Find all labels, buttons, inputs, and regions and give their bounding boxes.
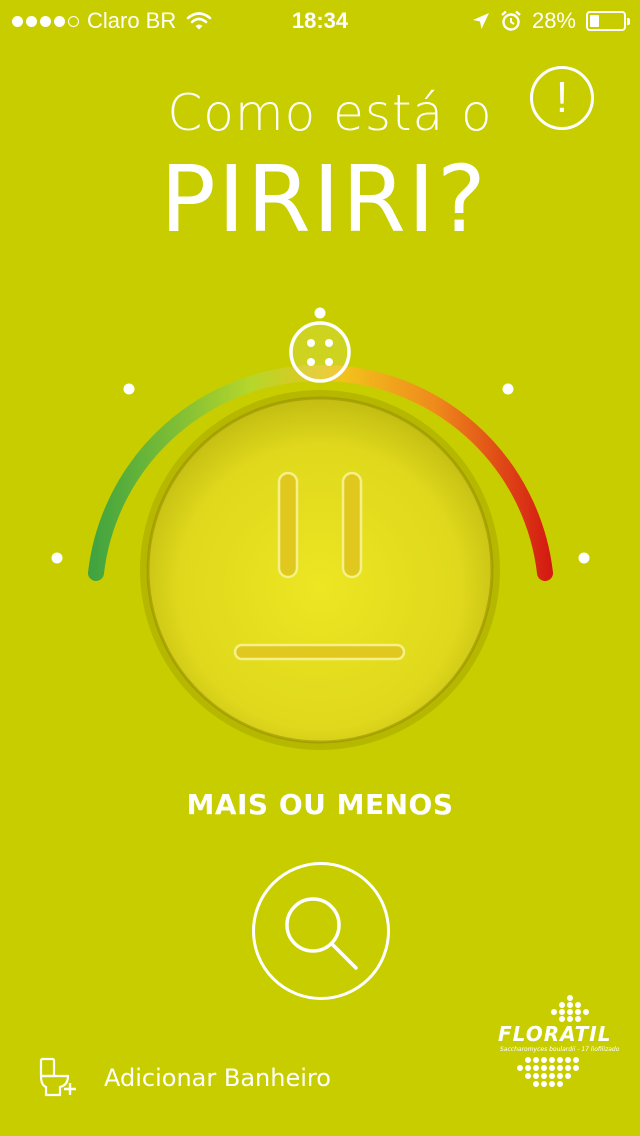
brand-dots-bottom: [517, 1057, 579, 1087]
brand-name: FLORATIL: [498, 1022, 612, 1046]
brand-subtitle: Saccharomyces boulardii - 17 liofilizado: [500, 1046, 620, 1053]
page-subtitle: Como está o: [167, 84, 493, 142]
add-bathroom-label: Adicionar Banheiro: [104, 1064, 331, 1092]
face-eye-left: [277, 471, 299, 579]
battery-percent: 28%: [531, 8, 576, 33]
alarm-clock-icon: [501, 10, 521, 31]
brand-dots-top: [551, 995, 589, 1022]
mood-gauge[interactable]: [0, 290, 640, 770]
toilet-add-icon: [39, 1057, 76, 1097]
mood-face: [146, 396, 494, 744]
scale-dot-top: [314, 307, 326, 319]
scale-dot-right: [578, 552, 590, 564]
battery-icon: [586, 11, 630, 31]
magnifier-icon: [285, 897, 358, 970]
gauge-slider-handle[interactable]: [289, 321, 351, 383]
add-bathroom-button[interactable]: Adicionar Banheiro: [38, 1048, 331, 1108]
status-indicators: 28%: [472, 8, 630, 34]
page-title: PIRIRI?: [160, 146, 488, 253]
mood-label: MAIS OU MENOS: [186, 788, 454, 821]
scale-dot-upper-left: [123, 383, 135, 395]
face-mouth: [233, 643, 406, 661]
floratil-logo: FLORATIL Saccharomyces boulardii - 17 li…: [498, 994, 634, 1098]
status-bar: Claro BR 18:34 28%: [0, 0, 640, 40]
location-arrow-icon: [472, 13, 489, 29]
scale-dot-left: [51, 552, 63, 564]
face-eye-right: [341, 471, 363, 579]
search-button[interactable]: [252, 862, 390, 1000]
scale-dot-upper-right: [502, 383, 514, 395]
